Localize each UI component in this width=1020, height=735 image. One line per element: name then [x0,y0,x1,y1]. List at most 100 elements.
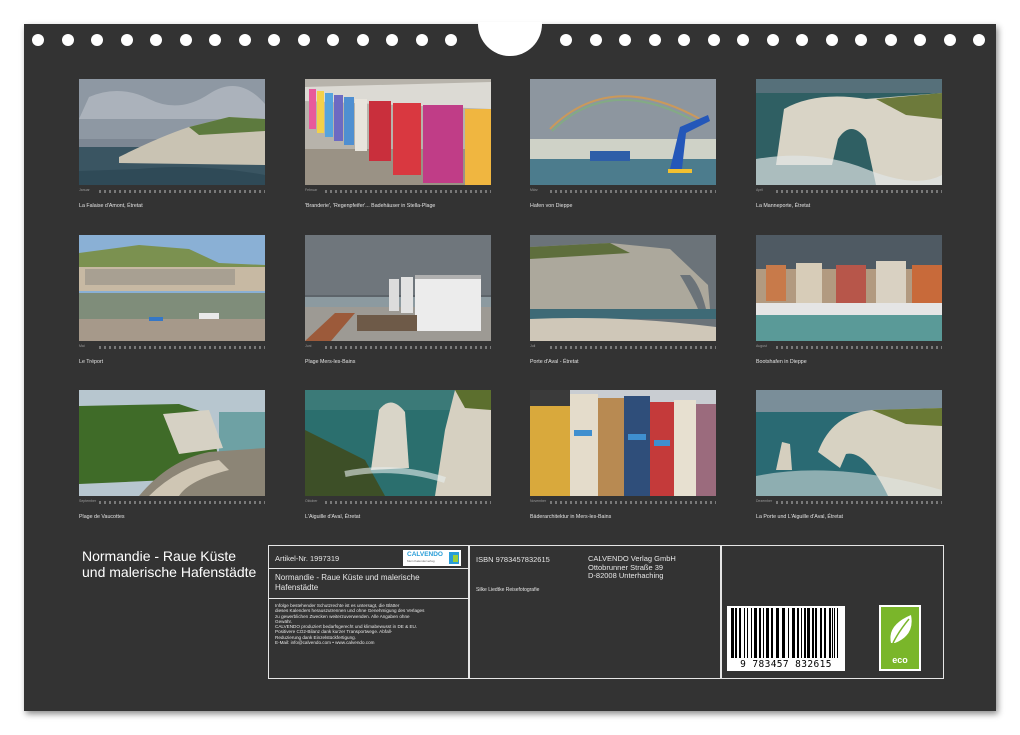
month-label: Juni [305,344,312,348]
month-thumbnail[interactable]: August Bootshafen in Dieppe [756,235,942,375]
barcode-bar [744,608,745,658]
calendar-strip: August [756,344,942,351]
calvendo-logo-icon [449,552,459,564]
binding-hole [973,34,985,46]
binding-hole [268,34,280,46]
photo-le-treport [79,235,265,341]
month-label: Mai [79,344,85,348]
binding-hole [327,34,339,46]
photo-caption: Bootshafen in Dieppe [756,359,807,365]
leaf-icon [890,615,912,644]
photo-vaucottes [79,390,265,496]
barcode-bar [776,608,779,658]
legal-line: E-Mail: info@calvendo.com • www.calvendo… [275,640,375,646]
binding-hole [209,34,221,46]
calendar-strip: Januar [79,188,265,195]
binding-hole [150,34,162,46]
photo-beach-huts [305,79,491,185]
barcode-bar [788,608,789,658]
photo-caption: Hafen von Dieppe [530,203,573,209]
month-thumbnail[interactable]: Juni Plage Mers-les-Bains [305,235,491,375]
month-thumbnail[interactable]: November Bäderarchitektur in Mers-les-Ba… [530,390,716,530]
photo-aiguille [305,390,491,496]
photo-caption: Bäderarchitektur in Mers-les-Bains [530,514,612,520]
month-label: Oktober [305,499,318,503]
barcode-number: 9 783457 832615 [740,659,832,670]
photo-manneporte [756,79,942,185]
month-thumbnail[interactable]: Juli Porte d'Aval - Étretat [530,235,716,375]
binding-hole [120,34,133,46]
month-thumbnail[interactable]: September Plage de Vaucottes [79,390,265,530]
subtitle-row: Normandie - Raue Küste und malerische Ha… [269,569,468,599]
binding-hole [297,34,310,46]
barcode-bars [731,608,838,658]
binding-hole [825,34,838,46]
publisher-city: D-82008 Unterhaching [588,571,664,580]
month-thumbnail[interactable]: Januar La Falaise d'Amont, Étretat [79,79,265,219]
barcode-bar [782,608,785,658]
month-label: März [530,188,538,192]
publisher-address: CALVENDO Verlag GmbH Ottobrunner Straße … [588,554,676,581]
binding-hole [560,34,572,46]
month-label: Dezember [756,499,773,503]
binding-hole [589,34,602,46]
photo-la-porte [756,390,942,496]
binding-hole [32,34,44,46]
calendar-strip: September [79,499,265,506]
calendar-strip: Dezember [756,499,942,506]
photo-porte-daval [530,235,716,341]
month-thumbnail[interactable]: Oktober L'Aiguille d'Aval, Étretat [305,390,491,530]
binding-hole [678,34,690,46]
barcode-bar [731,608,734,658]
barcode-bar [832,608,833,658]
binding-hole [179,34,192,46]
barcode-bar [807,608,810,658]
month-label: April [756,188,764,192]
binding-hole [445,34,457,46]
month-thumbnail[interactable]: April La Manneporte, Étretat [756,79,942,219]
barcode-bar [754,608,757,658]
month-label: November [530,499,547,503]
photo-caption: Porte d'Aval - Étretat [530,359,579,365]
product-info-box: Artikel-Nr. 1997319 CALVENDO Mein Kalend… [268,545,469,679]
barcode-box: 9 783457 832615 eco [721,545,944,679]
month-thumbnail[interactable]: März Hafen von Dieppe [530,79,716,219]
month-thumbnail[interactable]: Februar 'Branderie', 'Regenpfeifer'... B… [305,79,491,219]
barcode-bar [751,608,752,658]
photographer: Silke Liedtke Reisefotografie [476,587,540,593]
binding-hole [415,34,428,46]
month-thumbnail[interactable]: Mai Le Tréport [79,235,265,375]
photo-caption: Le Tréport [79,359,104,365]
month-thumbnail[interactable]: Dezember La Porte und L'Aiguille d'Aval,… [756,390,942,530]
barcode-bar [739,608,741,658]
product-subtitle: Normandie - Raue Küste und malerische Ha… [275,573,420,592]
binding-hole [61,34,74,46]
binding-hole [619,34,631,46]
binding-hole [356,34,369,46]
binding-hole [884,34,897,46]
binding-hole [648,34,661,46]
calendar-strip: Mai [79,344,265,351]
barcode-bar [763,608,764,658]
photo-caption: Plage de Vaucottes [79,514,125,520]
barcode-bar [829,608,831,658]
barcode-bar [834,608,835,658]
calendar-strip: März [530,188,716,195]
calendar-strip: April [756,188,942,195]
barcode-bar [837,608,838,658]
calendar-title: Normandie - Raue Küste und malerische Ha… [82,548,257,580]
isbn: ISBN 9783457832615 [476,555,550,564]
month-label: August [756,344,767,348]
barcode-bar [804,608,806,658]
binding-hole [914,34,926,46]
binding-hole [737,34,749,46]
month-label: Januar [79,188,90,192]
calendar-back-cover: Januar La Falaise d'Amont, Étretat Febru… [24,22,996,711]
photo-hafen-dieppe [530,79,716,185]
barcode-bar [747,608,748,658]
month-label: Juli [530,344,536,348]
barcode-bar [792,608,795,658]
binding-hole [386,34,398,46]
eco-badge: eco [879,605,921,671]
barcode-bar [815,608,817,658]
